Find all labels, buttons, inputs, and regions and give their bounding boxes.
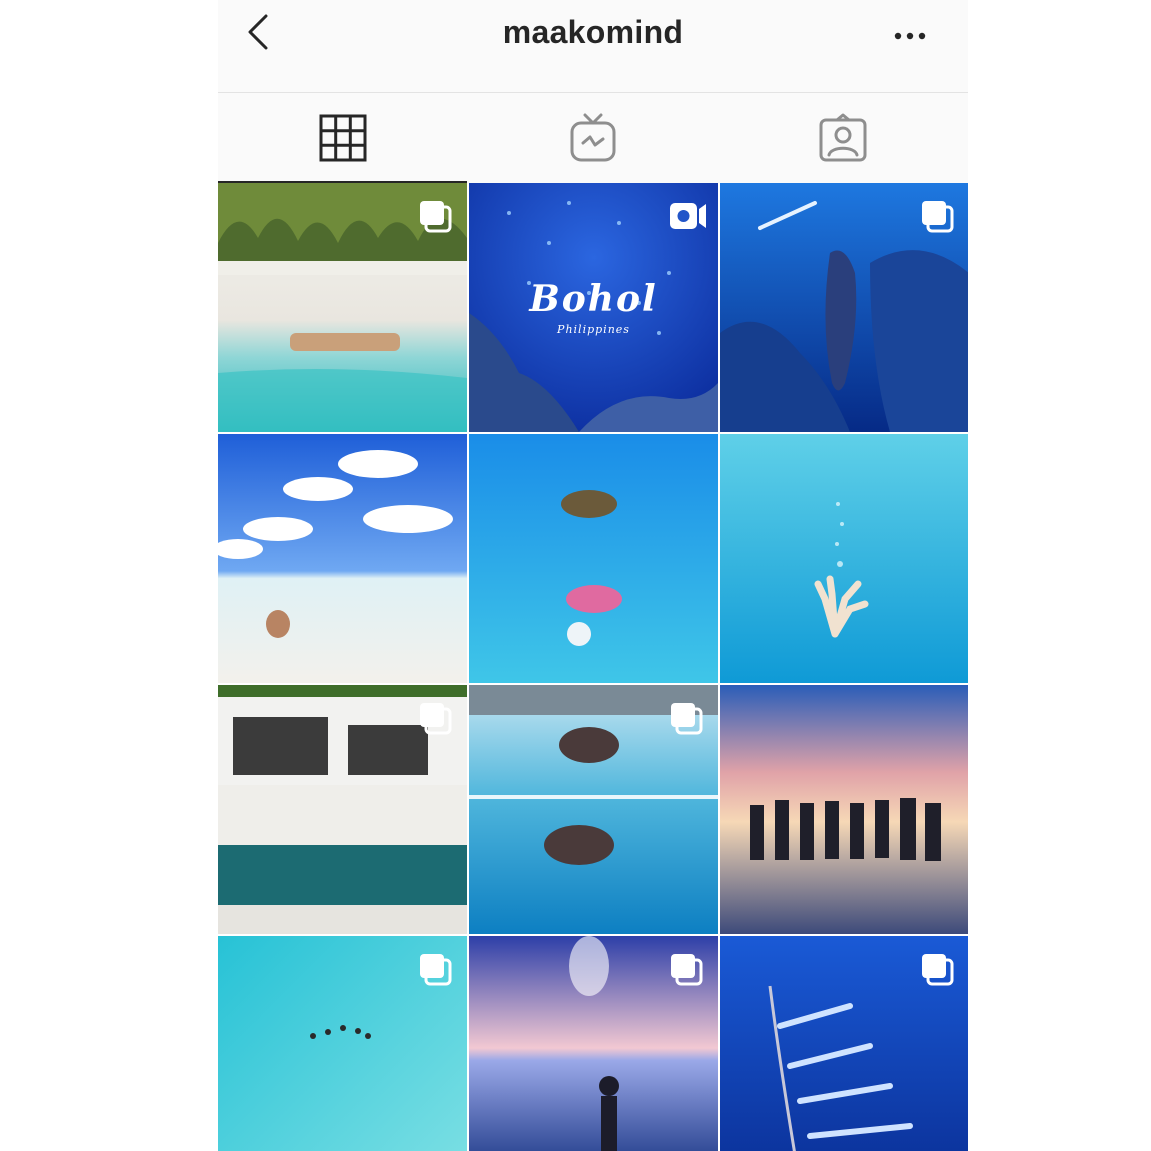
carousel-icon	[420, 703, 452, 735]
grid-icon	[319, 114, 367, 162]
post-image	[720, 685, 968, 934]
post-tile-6[interactable]	[720, 434, 968, 683]
post-image	[720, 434, 968, 683]
carousel-icon	[671, 954, 703, 986]
tab-tagged[interactable]	[718, 93, 968, 183]
post-tile-3[interactable]	[720, 183, 968, 432]
igtv-icon	[570, 113, 616, 162]
carousel-icon	[671, 703, 703, 735]
carousel-icon	[420, 201, 452, 233]
more-horizontal-icon	[894, 32, 926, 40]
post-image	[469, 434, 718, 683]
profile-screen: maakomind Bohol Philippines	[218, 0, 968, 1151]
post-tile-11[interactable]	[469, 936, 718, 1151]
profile-username: maakomind	[502, 14, 684, 50]
tagged-user-icon	[819, 113, 867, 162]
carousel-icon	[922, 201, 954, 233]
carousel-icon	[922, 954, 954, 986]
tab-igtv[interactable]	[468, 93, 718, 183]
post-tile-8[interactable]	[469, 685, 718, 934]
post-tile-4[interactable]	[218, 434, 467, 683]
posts-grid: Bohol Philippines	[218, 183, 968, 1151]
post-tile-12[interactable]	[720, 936, 968, 1151]
more-options-button[interactable]	[890, 24, 930, 48]
post-image	[218, 434, 467, 683]
tab-grid[interactable]	[218, 93, 468, 183]
post-tile-7[interactable]	[218, 685, 467, 934]
top-bar: maakomind	[218, 0, 968, 93]
post-overlay-subtitle: Philippines	[557, 323, 630, 336]
video-icon	[670, 203, 706, 229]
post-tile-2[interactable]: Bohol Philippines	[469, 183, 718, 432]
carousel-icon	[420, 954, 452, 986]
profile-tabs	[218, 93, 968, 183]
post-tile-10[interactable]	[218, 936, 467, 1151]
post-overlay-title: Bohol	[529, 278, 658, 320]
post-tile-9[interactable]	[720, 685, 968, 934]
post-tile-1[interactable]	[218, 183, 467, 432]
post-tile-5[interactable]	[469, 434, 718, 683]
